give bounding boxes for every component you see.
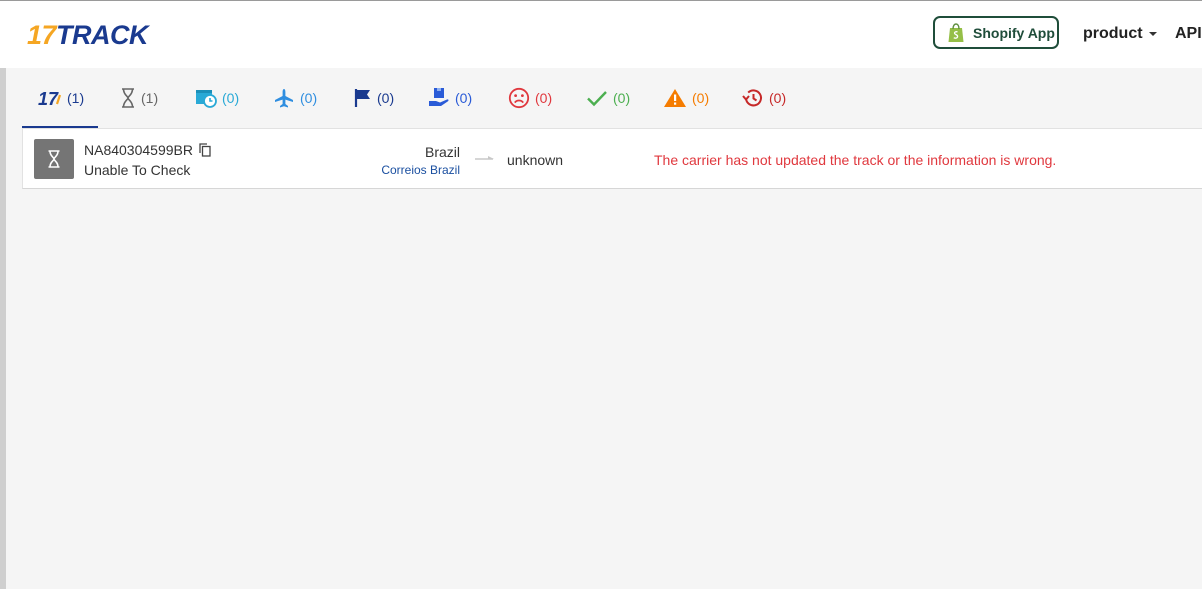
destination-country: unknown [507, 152, 564, 168]
tab-pickup[interactable]: (0) [354, 68, 394, 128]
logo-word: TRACK [56, 19, 149, 50]
nav-api-link[interactable]: API [1175, 25, 1202, 43]
tab-delivered[interactable]: (0) [586, 68, 630, 128]
history-icon [742, 89, 762, 107]
warning-icon [664, 89, 686, 107]
tracking-number-text: NA840304599BR [84, 142, 193, 158]
tracking-message: The carrier has not updated the track or… [654, 152, 1057, 168]
logo-number: 17 [27, 19, 57, 50]
tab-undelivered-count: (0) [455, 90, 473, 106]
tab-exception-count: (0) [535, 90, 553, 106]
tab-delivered-count: (0) [613, 90, 631, 106]
page: 17TRACK Shopify App product API 17 (1) [0, 0, 1202, 589]
tab-alert[interactable]: (0) [663, 68, 709, 128]
tab-all-count: (1) [67, 90, 85, 106]
nav-product-label: product [1083, 25, 1143, 42]
shopify-bag-icon [948, 22, 964, 42]
sad-face-icon [508, 87, 530, 109]
shipment-row[interactable]: NA840304599BR Unable To Check Brazil Cor… [22, 128, 1202, 189]
checkmark-icon [587, 91, 607, 107]
status-tabs: 17 (1) (1) (0) (0) (0) (0) (0) (0) (0) (… [22, 68, 1202, 129]
origin-country: Brazil [424, 144, 460, 160]
tab-in-transit-count: (0) [300, 90, 318, 106]
tab-in-transit[interactable]: (0) [273, 68, 317, 128]
tab-exception[interactable]: (0) [508, 68, 552, 128]
tab-not-found[interactable]: (1) [120, 68, 158, 128]
shopify-app-button[interactable]: Shopify App [933, 16, 1059, 49]
tab-alert-count: (0) [692, 90, 710, 106]
17track-all-icon: 17 [38, 89, 62, 107]
pickup-hand-icon [429, 88, 449, 106]
copy-icon[interactable] [199, 143, 211, 157]
carrier-link[interactable]: Correios Brazil [381, 163, 460, 177]
tab-undelivered[interactable]: (0) [428, 68, 472, 128]
chevron-down-icon [1148, 32, 1157, 36]
tab-expired-count: (0) [769, 90, 787, 106]
tab-info-received[interactable]: (0) [195, 68, 239, 128]
header-bar: 17 TRACK Shopify App product API [0, 1, 1202, 68]
airplane-icon [275, 89, 293, 108]
status-badge [34, 139, 74, 179]
hourglass-icon [122, 88, 134, 108]
hourglass-icon [48, 150, 60, 168]
flag-icon [354, 89, 370, 107]
tab-info-received-count: (0) [222, 90, 240, 106]
tab-all[interactable]: 17 (1) [38, 68, 84, 128]
nav-product-menu[interactable]: product [1083, 25, 1157, 43]
package-clock-icon [196, 90, 217, 108]
tracking-status: Unable To Check [84, 162, 191, 178]
tab-not-found-count: (1) [141, 90, 159, 106]
svg-text:17: 17 [38, 89, 59, 107]
tracking-number[interactable]: NA840304599BR [84, 142, 211, 158]
tab-expired[interactable]: (0) [742, 68, 786, 128]
tab-pickup-count: (0) [377, 90, 395, 106]
logo[interactable]: 17 TRACK [27, 19, 149, 51]
route-arrow-icon [475, 156, 494, 160]
left-scrollbar[interactable] [0, 68, 6, 589]
shopify-app-label: Shopify App [973, 24, 1055, 41]
